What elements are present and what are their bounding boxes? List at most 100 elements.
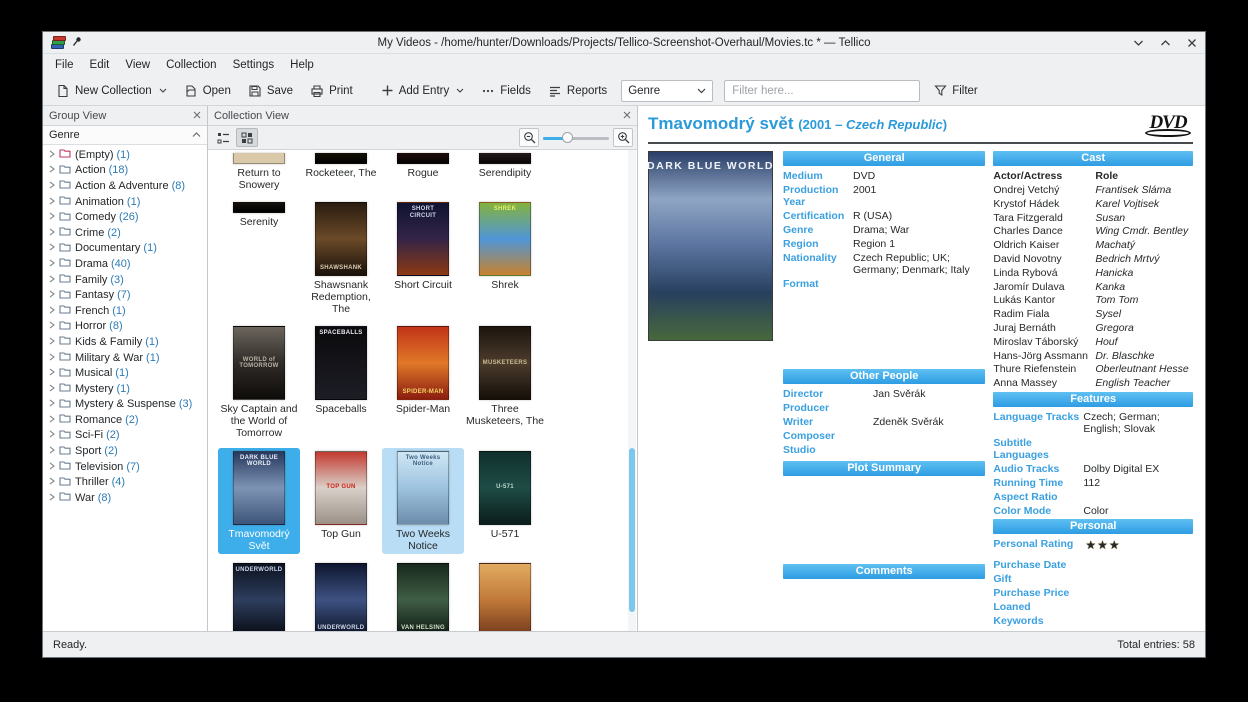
movie-cell[interactable]: SHORT CIRCUIT Short Circuit xyxy=(382,199,464,317)
tree-item-drama[interactable]: Drama (40) xyxy=(43,256,207,272)
tree-item-kids-family[interactable]: Kids & Family (1) xyxy=(43,334,207,350)
menu-collection[interactable]: Collection xyxy=(158,56,225,74)
tree-item-war[interactable]: War (8) xyxy=(43,490,207,506)
save-button[interactable]: Save xyxy=(241,81,300,101)
list-view-button[interactable] xyxy=(212,128,234,147)
poster-art-title: Two Weeks Notice xyxy=(405,454,441,468)
fields-button[interactable]: Fields xyxy=(474,81,538,101)
expander-icon[interactable] xyxy=(49,352,55,364)
tree-item-mystery-suspense[interactable]: Mystery & Suspense (3) xyxy=(43,397,207,413)
expander-icon[interactable] xyxy=(49,461,55,473)
zoom-out-button[interactable] xyxy=(519,128,539,147)
new-collection-button[interactable]: New Collection xyxy=(49,81,174,101)
expander-icon[interactable] xyxy=(49,258,55,270)
movie-cell[interactable]: Rocketeer, The xyxy=(300,150,382,193)
menu-file[interactable]: File xyxy=(47,56,82,74)
menu-edit[interactable]: Edit xyxy=(82,56,118,74)
tree-item-military-war[interactable]: Military & War (1) xyxy=(43,350,207,366)
tree-item-sport[interactable]: Sport (2) xyxy=(43,443,207,459)
tree-item-crime[interactable]: Crime (2) xyxy=(43,225,207,241)
expander-icon[interactable] xyxy=(49,164,55,176)
add-entry-button[interactable]: Add Entry xyxy=(374,81,472,100)
menu-settings[interactable]: Settings xyxy=(225,56,283,74)
expander-icon[interactable] xyxy=(49,320,55,332)
expander-icon[interactable] xyxy=(49,305,55,317)
close-icon[interactable] xyxy=(623,110,631,122)
expander-icon[interactable] xyxy=(49,196,55,208)
pin-icon[interactable] xyxy=(72,34,83,52)
tree-header[interactable]: Genre xyxy=(43,126,207,145)
tree-item-french[interactable]: French (1) xyxy=(43,303,207,319)
close-button[interactable] xyxy=(1187,38,1197,48)
expander-icon[interactable] xyxy=(49,274,55,286)
movie-cell[interactable]: UNDERWORLDUnderworld: Evolution xyxy=(300,560,382,631)
expander-icon[interactable] xyxy=(49,429,55,441)
tree-item-action-adventure[interactable]: Action & Adventure (8) xyxy=(43,178,207,194)
movie-cell[interactable]: UNDERWORLDUnderworld xyxy=(218,560,300,631)
tree-item-sci-fi[interactable]: Sci-Fi (2) xyxy=(43,428,207,444)
movie-cell[interactable]: SHAWSHANK Shawsnank Redemption, The xyxy=(300,199,382,317)
tree-item-thriller[interactable]: Thriller (4) xyxy=(43,474,207,490)
expander-icon[interactable] xyxy=(49,414,55,426)
close-icon[interactable] xyxy=(193,110,201,122)
expander-icon[interactable] xyxy=(49,383,55,395)
movie-cell[interactable]: Very Long Engagement, The xyxy=(464,560,546,631)
movie-cell[interactable]: U-571 U-571 xyxy=(464,448,546,554)
titlebar[interactable]: My Videos - /home/hunter/Downloads/Proje… xyxy=(43,32,1205,54)
tree-item-action[interactable]: Action (18) xyxy=(43,163,207,179)
expander-icon[interactable] xyxy=(49,289,55,301)
tree-item-television[interactable]: Television (7) xyxy=(43,459,207,475)
menu-view[interactable]: View xyxy=(117,56,158,74)
movie-cell[interactable]: SPACEBALLS Spaceballs xyxy=(300,323,382,441)
maximize-button[interactable] xyxy=(1160,39,1171,47)
scrollbar-thumb[interactable] xyxy=(629,448,635,612)
section-header-general: General xyxy=(783,151,986,167)
movie-cell[interactable]: SHREK Shrek xyxy=(464,199,546,317)
expander-icon[interactable] xyxy=(49,180,55,192)
expander-icon[interactable] xyxy=(49,398,55,410)
expander-icon[interactable] xyxy=(49,242,55,254)
expander-icon[interactable] xyxy=(49,211,55,223)
expander-icon[interactable] xyxy=(49,445,55,457)
menu-help[interactable]: Help xyxy=(282,56,322,74)
tree-item-family[interactable]: Family (3) xyxy=(43,272,207,288)
movie-cell[interactable]: Return to Snowery xyxy=(218,150,300,193)
movie-cell[interactable]: MUSKETEERS Three Musketeers, The xyxy=(464,323,546,441)
tree-item-documentary[interactable]: Documentary (1) xyxy=(43,241,207,257)
movie-cell[interactable]: DARK BLUE WORLD Tmavomodrý Svět xyxy=(218,447,300,554)
movie-cell[interactable]: Serenity xyxy=(218,199,300,317)
expander-icon[interactable] xyxy=(49,149,55,161)
movie-cell[interactable]: SPIDER-MAN Spider-Man xyxy=(382,323,464,441)
filter-input[interactable] xyxy=(724,79,921,102)
expander-icon[interactable] xyxy=(49,336,55,348)
expander-icon[interactable] xyxy=(49,492,55,504)
tree-item-romance[interactable]: Romance (2) xyxy=(43,412,207,428)
tree-item--empty-[interactable]: (Empty) (1) xyxy=(43,147,207,163)
zoom-in-button[interactable] xyxy=(613,128,633,147)
group-by-select[interactable]: Genre xyxy=(621,79,714,102)
tree-item-musical[interactable]: Musical (1) xyxy=(43,365,207,381)
movie-cell[interactable]: Rogue xyxy=(382,150,464,193)
movie-cell[interactable]: TOP GUN Top Gun xyxy=(300,448,382,554)
tree-item-horror[interactable]: Horror (8) xyxy=(43,319,207,335)
movie-cell[interactable]: WORLD of TOMORROW Sky Captain and the Wor… xyxy=(218,323,300,441)
icon-view-button[interactable] xyxy=(236,128,258,147)
movie-cell[interactable]: VAN HELSINGVan Helsing xyxy=(382,560,464,631)
zoom-slider-handle[interactable] xyxy=(562,132,573,143)
expander-icon[interactable] xyxy=(49,367,55,379)
expander-icon[interactable] xyxy=(49,476,55,488)
print-button[interactable]: Print xyxy=(303,81,360,101)
filter-button[interactable]: Filter xyxy=(927,81,985,100)
movie-cell[interactable]: Serendipity xyxy=(464,150,546,193)
tree-item-mystery[interactable]: Mystery (1) xyxy=(43,381,207,397)
zoom-slider[interactable] xyxy=(543,128,609,147)
tree-item-fantasy[interactable]: Fantasy (7) xyxy=(43,287,207,303)
minimize-button[interactable] xyxy=(1133,39,1144,47)
movie-cell[interactable]: Two Weeks Notice Two Weeks Notice xyxy=(382,447,464,554)
group-count: (2) xyxy=(106,429,120,442)
reports-button[interactable]: Reports xyxy=(541,81,614,101)
open-button[interactable]: Open xyxy=(177,81,238,101)
tree-item-animation[interactable]: Animation (1) xyxy=(43,194,207,210)
expander-icon[interactable] xyxy=(49,227,55,239)
tree-item-comedy[interactable]: Comedy (26) xyxy=(43,209,207,225)
